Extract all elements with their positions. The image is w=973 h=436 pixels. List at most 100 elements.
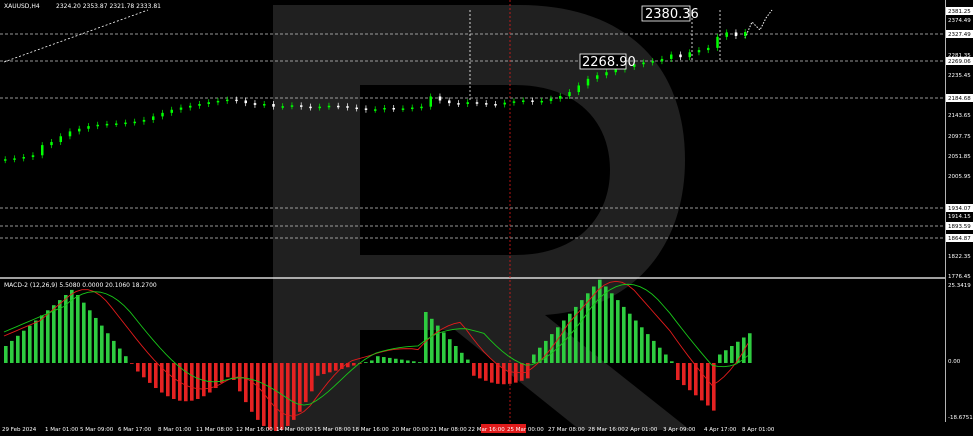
macd-bar bbox=[688, 363, 692, 391]
macd-bar bbox=[466, 359, 470, 363]
time-tick: 6 Mar 17:00 bbox=[118, 427, 152, 433]
macd-bar bbox=[328, 363, 332, 373]
candle-body bbox=[87, 126, 90, 129]
macd-bar bbox=[622, 306, 626, 363]
macd-bar bbox=[610, 293, 614, 363]
macd-bar bbox=[52, 305, 56, 363]
candle-body bbox=[189, 105, 192, 108]
candle-body bbox=[670, 54, 673, 59]
macd-bar bbox=[670, 361, 674, 363]
candle-body bbox=[559, 96, 562, 99]
macd-bar bbox=[196, 363, 200, 399]
candle-body bbox=[346, 106, 349, 108]
macd-tick: 25.3419 bbox=[948, 283, 971, 289]
macd-bar bbox=[322, 363, 326, 375]
candle-body bbox=[290, 105, 294, 107]
macd-tick: 0.00 bbox=[948, 359, 961, 365]
macd-bar bbox=[394, 358, 398, 363]
price-axis: 2381.252374.492327.492281.352269.062235.… bbox=[946, 7, 973, 280]
trend-line[interactable] bbox=[3, 9, 149, 63]
macd-bar bbox=[616, 300, 620, 363]
price-tick: 2327.49 bbox=[948, 32, 971, 38]
price-tick: 1934.07 bbox=[948, 206, 971, 212]
candle-body bbox=[679, 54, 682, 58]
price-tick: 2143.65 bbox=[948, 113, 971, 119]
macd-bar bbox=[460, 352, 464, 363]
pivot-annotation[interactable]: 2268.90 bbox=[579, 53, 636, 70]
time-tick: 25 Mar 00:00 bbox=[507, 427, 544, 433]
macd-bar bbox=[184, 363, 188, 402]
macd-bar bbox=[634, 320, 638, 363]
macd-bar bbox=[154, 363, 158, 389]
price-tick: 2097.75 bbox=[948, 134, 971, 140]
macd-bar bbox=[376, 356, 380, 363]
time-tick: 1 Mar 01:00 bbox=[45, 427, 79, 433]
candle-body bbox=[226, 99, 229, 102]
candle-body bbox=[96, 124, 99, 127]
price-tick: 1776.45 bbox=[948, 274, 971, 280]
candle-body bbox=[522, 100, 525, 102]
macd-bar bbox=[652, 340, 656, 363]
macd-bar bbox=[508, 363, 512, 384]
macd-bar bbox=[682, 363, 686, 386]
candle-body bbox=[309, 106, 312, 109]
macd-bar bbox=[94, 317, 98, 363]
time-tick: 22 Mar 16:00 bbox=[468, 427, 505, 433]
candle-body bbox=[152, 116, 155, 120]
macd-bar bbox=[640, 327, 644, 363]
macd-bar bbox=[214, 363, 218, 389]
candle-body bbox=[586, 78, 590, 86]
symbol-label: XAUUSD,H4 bbox=[4, 3, 40, 10]
candle-body bbox=[207, 102, 210, 105]
macd-bar bbox=[172, 363, 176, 399]
candle-body bbox=[50, 142, 53, 146]
candle-body bbox=[475, 102, 479, 104]
candle-body bbox=[281, 106, 284, 108]
candle-body bbox=[41, 145, 44, 156]
macd-bar bbox=[22, 330, 26, 363]
candle-body bbox=[216, 100, 220, 103]
candle-body bbox=[124, 122, 127, 125]
candle-body bbox=[734, 32, 738, 36]
candle-body bbox=[401, 108, 405, 110]
target-annotation[interactable]: 2380.36 bbox=[641, 5, 699, 22]
macd-bar bbox=[130, 363, 134, 364]
candle-body bbox=[651, 61, 654, 63]
candle-body bbox=[68, 131, 72, 137]
axis-border bbox=[945, 0, 946, 422]
macd-bar bbox=[544, 340, 548, 363]
candle-body bbox=[244, 100, 247, 104]
macd-bar bbox=[598, 279, 602, 363]
candle-body bbox=[660, 58, 664, 62]
macd-bar bbox=[28, 325, 32, 363]
macd-bar bbox=[334, 363, 338, 371]
candle-body bbox=[142, 119, 146, 122]
candle-body bbox=[420, 106, 423, 109]
candle-body bbox=[549, 98, 553, 101]
macd-bar bbox=[502, 363, 506, 385]
macd-bar bbox=[604, 286, 608, 363]
candle-body bbox=[642, 62, 645, 65]
macd-bar bbox=[118, 348, 122, 363]
trading-chart-window[interactable]: XAUUSD,H4 2324.20 2353.87 2321.78 2333.8… bbox=[0, 0, 973, 436]
target-value: 2380.36 bbox=[645, 7, 699, 22]
candle-body bbox=[457, 103, 460, 105]
macd-bar bbox=[520, 363, 524, 381]
candle-body bbox=[4, 159, 7, 161]
macd-bar bbox=[628, 313, 632, 363]
macd-bar bbox=[16, 335, 20, 363]
macd-bar bbox=[730, 346, 734, 363]
macd-bar bbox=[34, 320, 38, 363]
price-tick: 1914.15 bbox=[948, 214, 971, 220]
macd-bar bbox=[280, 363, 284, 430]
macd-bar bbox=[364, 362, 368, 363]
time-tick: 12 Mar 16:00 bbox=[236, 427, 273, 433]
candle-body bbox=[568, 92, 571, 97]
macd-bar bbox=[406, 360, 410, 363]
chart-canvas[interactable]: XAUUSD,H4 2324.20 2353.87 2321.78 2333.8… bbox=[0, 0, 973, 436]
macd-bar bbox=[274, 363, 278, 431]
macd-bar bbox=[418, 362, 422, 363]
candle-body bbox=[512, 101, 516, 103]
candle-body bbox=[540, 100, 543, 103]
candle-body bbox=[697, 50, 701, 53]
